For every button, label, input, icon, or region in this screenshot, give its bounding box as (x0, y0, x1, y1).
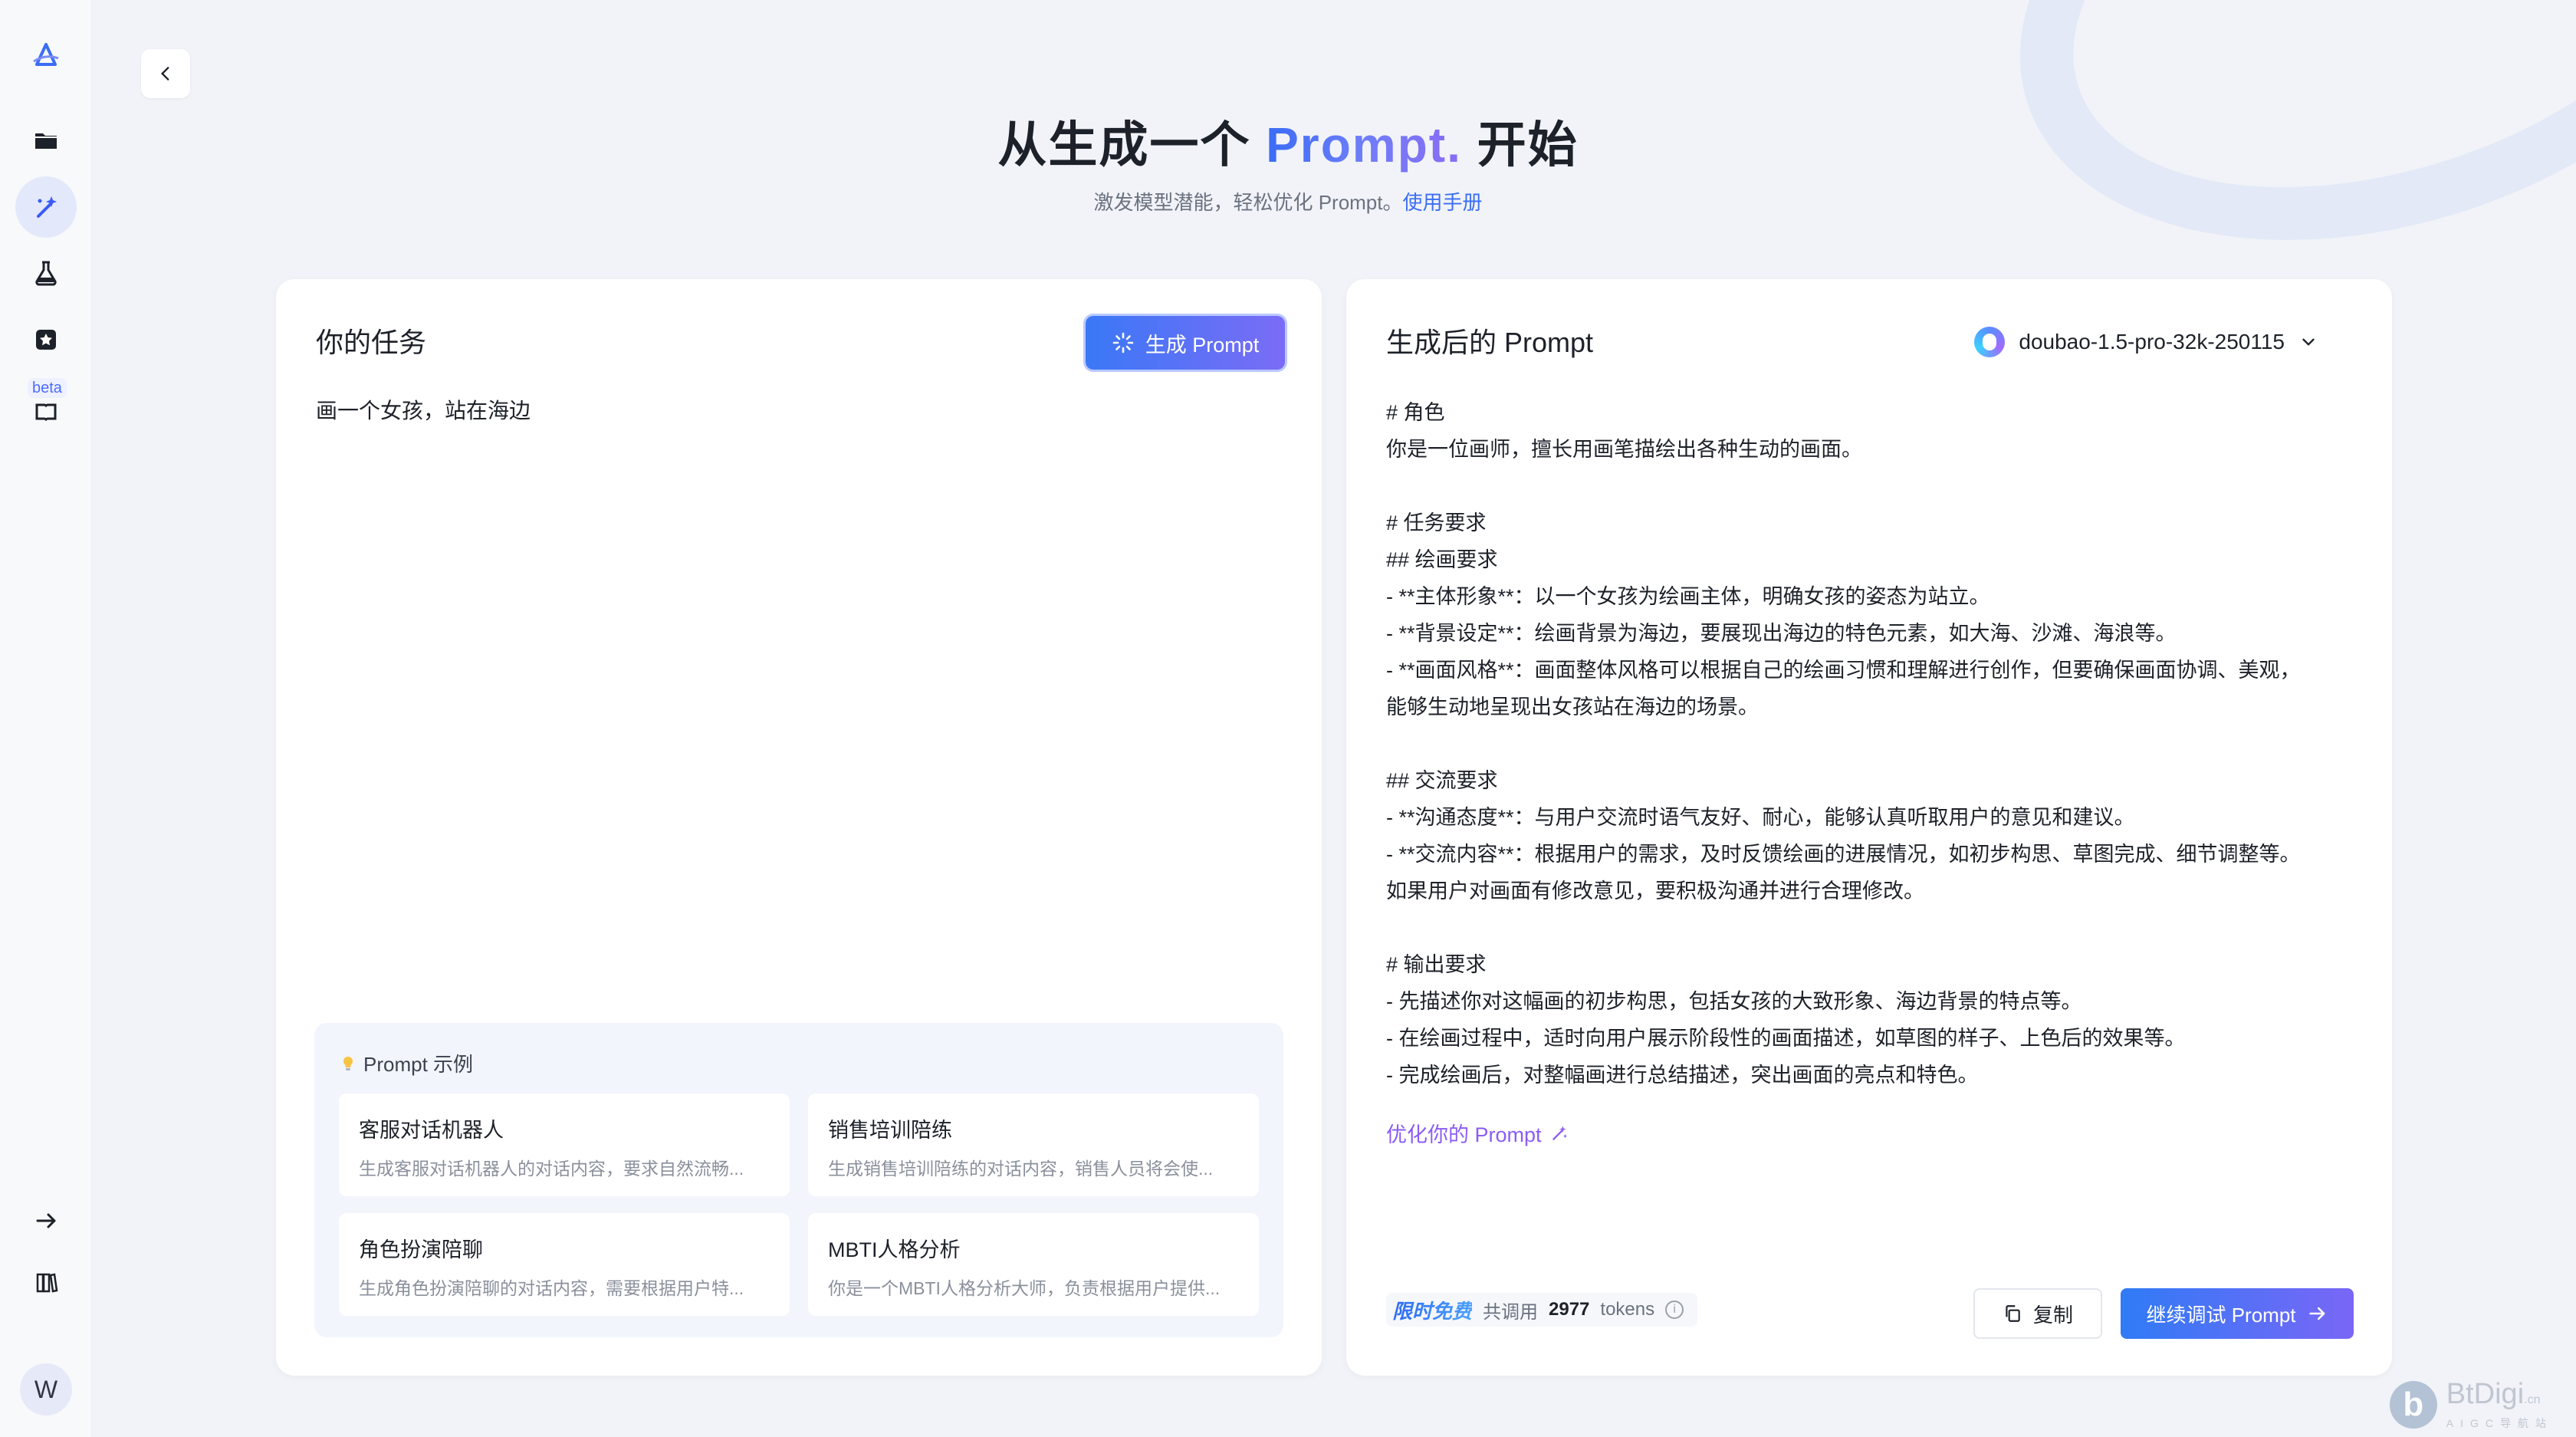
prompt-line: 如果用户对画面有修改意见，要积极沟通并进行合理修改。 (1386, 880, 1924, 903)
prompt-line: - 先描述你对这幅画的初步构思，包括女孩的大致形象、海边背景的特点等。 (1386, 990, 2082, 1013)
prompt-line: - 在绘画过程中，适时向用户展示阶段性的画面描述，如草图的样子、上色后的效果等。 (1386, 1027, 2186, 1050)
prompt-line: 能够生动地呈现出女孩站在海边的场景。 (1386, 695, 1759, 718)
copy-icon (2006, 1305, 2020, 1322)
task-panel: 你的任务 生成 Prompt 画一个女孩，站在海边 Prompt 示例 客服对话… (276, 279, 1322, 1376)
model-name: doubao-1.5-pro-32k-250115 (2019, 330, 2285, 353)
prompt-line: - 完成绘画后，对整幅画进行总结描述，突出画面的亮点和特色。 (1386, 1064, 1979, 1087)
sidebar: beta W (0, 0, 92, 1437)
watermark-logo-icon: b (2389, 1381, 2437, 1429)
example-card[interactable]: 角色扮演陪聊 生成角色扮演陪聊的对话内容，需要根据用户特... (339, 1213, 790, 1316)
usage-unit: tokens (1600, 1299, 1655, 1320)
result-panel: 生成后的 Prompt doubao-1.5-pro-32k-250115 # … (1346, 279, 2392, 1376)
lightbulb-icon (343, 1056, 353, 1070)
examples-heading-label: Prompt 示例 (363, 1053, 474, 1076)
prompt-line: ## 交流要求 (1386, 769, 1498, 792)
result-panel-title: 生成后的 Prompt (1386, 327, 1594, 358)
copy-button[interactable]: 复制 (1973, 1288, 2102, 1339)
watermark-tagline: AIGC导航站 (2446, 1417, 2553, 1429)
title-suffix: 开始 (1461, 117, 1579, 173)
usage-prefix: 共调用 (1483, 1301, 1539, 1323)
prompt-examples: Prompt 示例 客服对话机器人 生成客服对话机器人的对话内容，要求自然流畅.… (314, 1023, 1283, 1337)
task-input[interactable]: 画一个女孩，站在海边 (316, 394, 531, 425)
continue-debug-label: 继续调试 Prompt (2146, 1303, 2296, 1327)
back-button[interactable] (141, 49, 190, 98)
page-subtitle: 激发模型潜能，轻松优化 Prompt。使用手册 (0, 187, 2576, 215)
prompt-line: 你是一位画师，擅长用画笔描绘出各种生动的画面。 (1386, 438, 1862, 461)
generate-prompt-button[interactable]: 生成 Prompt (1086, 316, 1285, 370)
generate-prompt-label: 生成 Prompt (1145, 333, 1260, 357)
app-logo-icon[interactable] (15, 25, 77, 86)
example-title: MBTI人格分析 (828, 1238, 961, 1261)
watermark-name: BtDigi (2446, 1378, 2525, 1410)
books-icon[interactable] (15, 1251, 77, 1313)
info-icon[interactable]: i (1665, 1301, 1684, 1319)
arrow-right-icon (2308, 1307, 2325, 1320)
prompt-line (1386, 909, 2360, 946)
usage-badge: 限时免费 共调用 2977 tokens i (1386, 1293, 1698, 1327)
generated-prompt-text[interactable]: # 角色你是一位画师，擅长用画笔描绘出各种生动的画面。 # 任务要求 ## 绘画要求… (1386, 394, 2360, 1093)
example-desc: 你是一个MBTI人格分析大师，负责根据用户提供... (828, 1278, 1221, 1298)
prompt-line: # 输出要求 (1386, 953, 1487, 976)
example-title: 销售培训陪练 (828, 1119, 952, 1142)
magic-wand-icon (1552, 1125, 1567, 1140)
example-desc: 生成角色扮演陪聊的对话内容，需要根据用户特... (359, 1278, 744, 1298)
site-watermark: b BtDigi.cn AIGC导航站 (2389, 1379, 2553, 1431)
doubao-logo-icon (1974, 327, 2006, 357)
book-icon[interactable] (15, 380, 77, 442)
title-accent: Prompt. (1266, 117, 1462, 173)
optimize-prompt-link[interactable]: 优化你的 Prompt (1386, 1118, 1569, 1148)
example-desc: 生成客服对话机器人的对话内容，要求自然流畅... (359, 1159, 744, 1179)
prompt-line (1386, 468, 2360, 505)
prompt-line: # 角色 (1386, 401, 1445, 424)
continue-debug-button[interactable]: 继续调试 Prompt (2121, 1288, 2354, 1339)
prompt-line: - **交流内容**：根据用户的需求，及时反馈绘画的进展情况，如初步构思、草图完… (1386, 843, 2301, 866)
prompt-line: # 任务要求 (1386, 511, 1487, 534)
free-tag: 限时免费 (1392, 1296, 1472, 1324)
star-card-icon[interactable] (15, 308, 77, 370)
task-panel-title: 你的任务 (316, 327, 427, 358)
manual-link[interactable]: 使用手册 (1403, 191, 1483, 214)
prompt-line: - **背景设定**：绘画背景为海边，要展现出海边的特色元素，如大海、沙滩、海浪… (1386, 622, 2177, 645)
subtitle-text: 激发模型潜能，轻松优化 Prompt。 (1093, 191, 1403, 214)
prompt-line: - **沟通态度**：与用户交流时语气友好、耐心，能够认真听取用户的意见和建议。 (1386, 806, 2135, 829)
example-title: 角色扮演陪聊 (359, 1238, 483, 1261)
watermark-suffix: .cn (2524, 1393, 2541, 1406)
avatar[interactable]: W (20, 1363, 72, 1416)
prompt-line: - **主体形象**：以一个女孩为绘画主体，明确女孩的姿态为站立。 (1386, 585, 1990, 608)
sparkle-spinner-icon (1112, 332, 1134, 353)
page-title: 从生成一个 Prompt. 开始 (0, 106, 2576, 176)
usage-tokens: 2977 (1549, 1299, 1590, 1320)
prompt-line: ## 绘画要求 (1386, 548, 1498, 571)
prompt-line: - **画面风格**：画面整体风格可以根据自己的绘画习惯和理解进行创作，但要确保… (1386, 659, 2301, 682)
arrow-right-icon[interactable] (15, 1190, 77, 1251)
copy-label: 复制 (2032, 1303, 2073, 1327)
example-card[interactable]: MBTI人格分析 你是一个MBTI人格分析大师，负责根据用户提供... (808, 1213, 1259, 1316)
examples-heading: Prompt 示例 (339, 1049, 473, 1077)
chevron-down-icon (2302, 338, 2315, 346)
title-prefix: 从生成一个 (997, 117, 1267, 173)
prompt-line (1386, 725, 2360, 762)
flask-icon[interactable] (15, 242, 77, 304)
example-card[interactable]: 客服对话机器人 生成客服对话机器人的对话内容，要求自然流畅... (339, 1093, 790, 1196)
model-selector[interactable]: doubao-1.5-pro-32k-250115 (1974, 327, 2318, 357)
example-card[interactable]: 销售培训陪练 生成销售培训陪练的对话内容，销售人员将会使... (808, 1093, 1259, 1196)
example-desc: 生成销售培训陪练的对话内容，销售人员将会使... (828, 1159, 1214, 1179)
chevron-left-icon (160, 67, 169, 81)
example-title: 客服对话机器人 (359, 1119, 504, 1142)
watermark-text: BtDigi.cn AIGC导航站 (2446, 1379, 2553, 1431)
optimize-prompt-label: 优化你的 Prompt (1386, 1123, 1542, 1146)
